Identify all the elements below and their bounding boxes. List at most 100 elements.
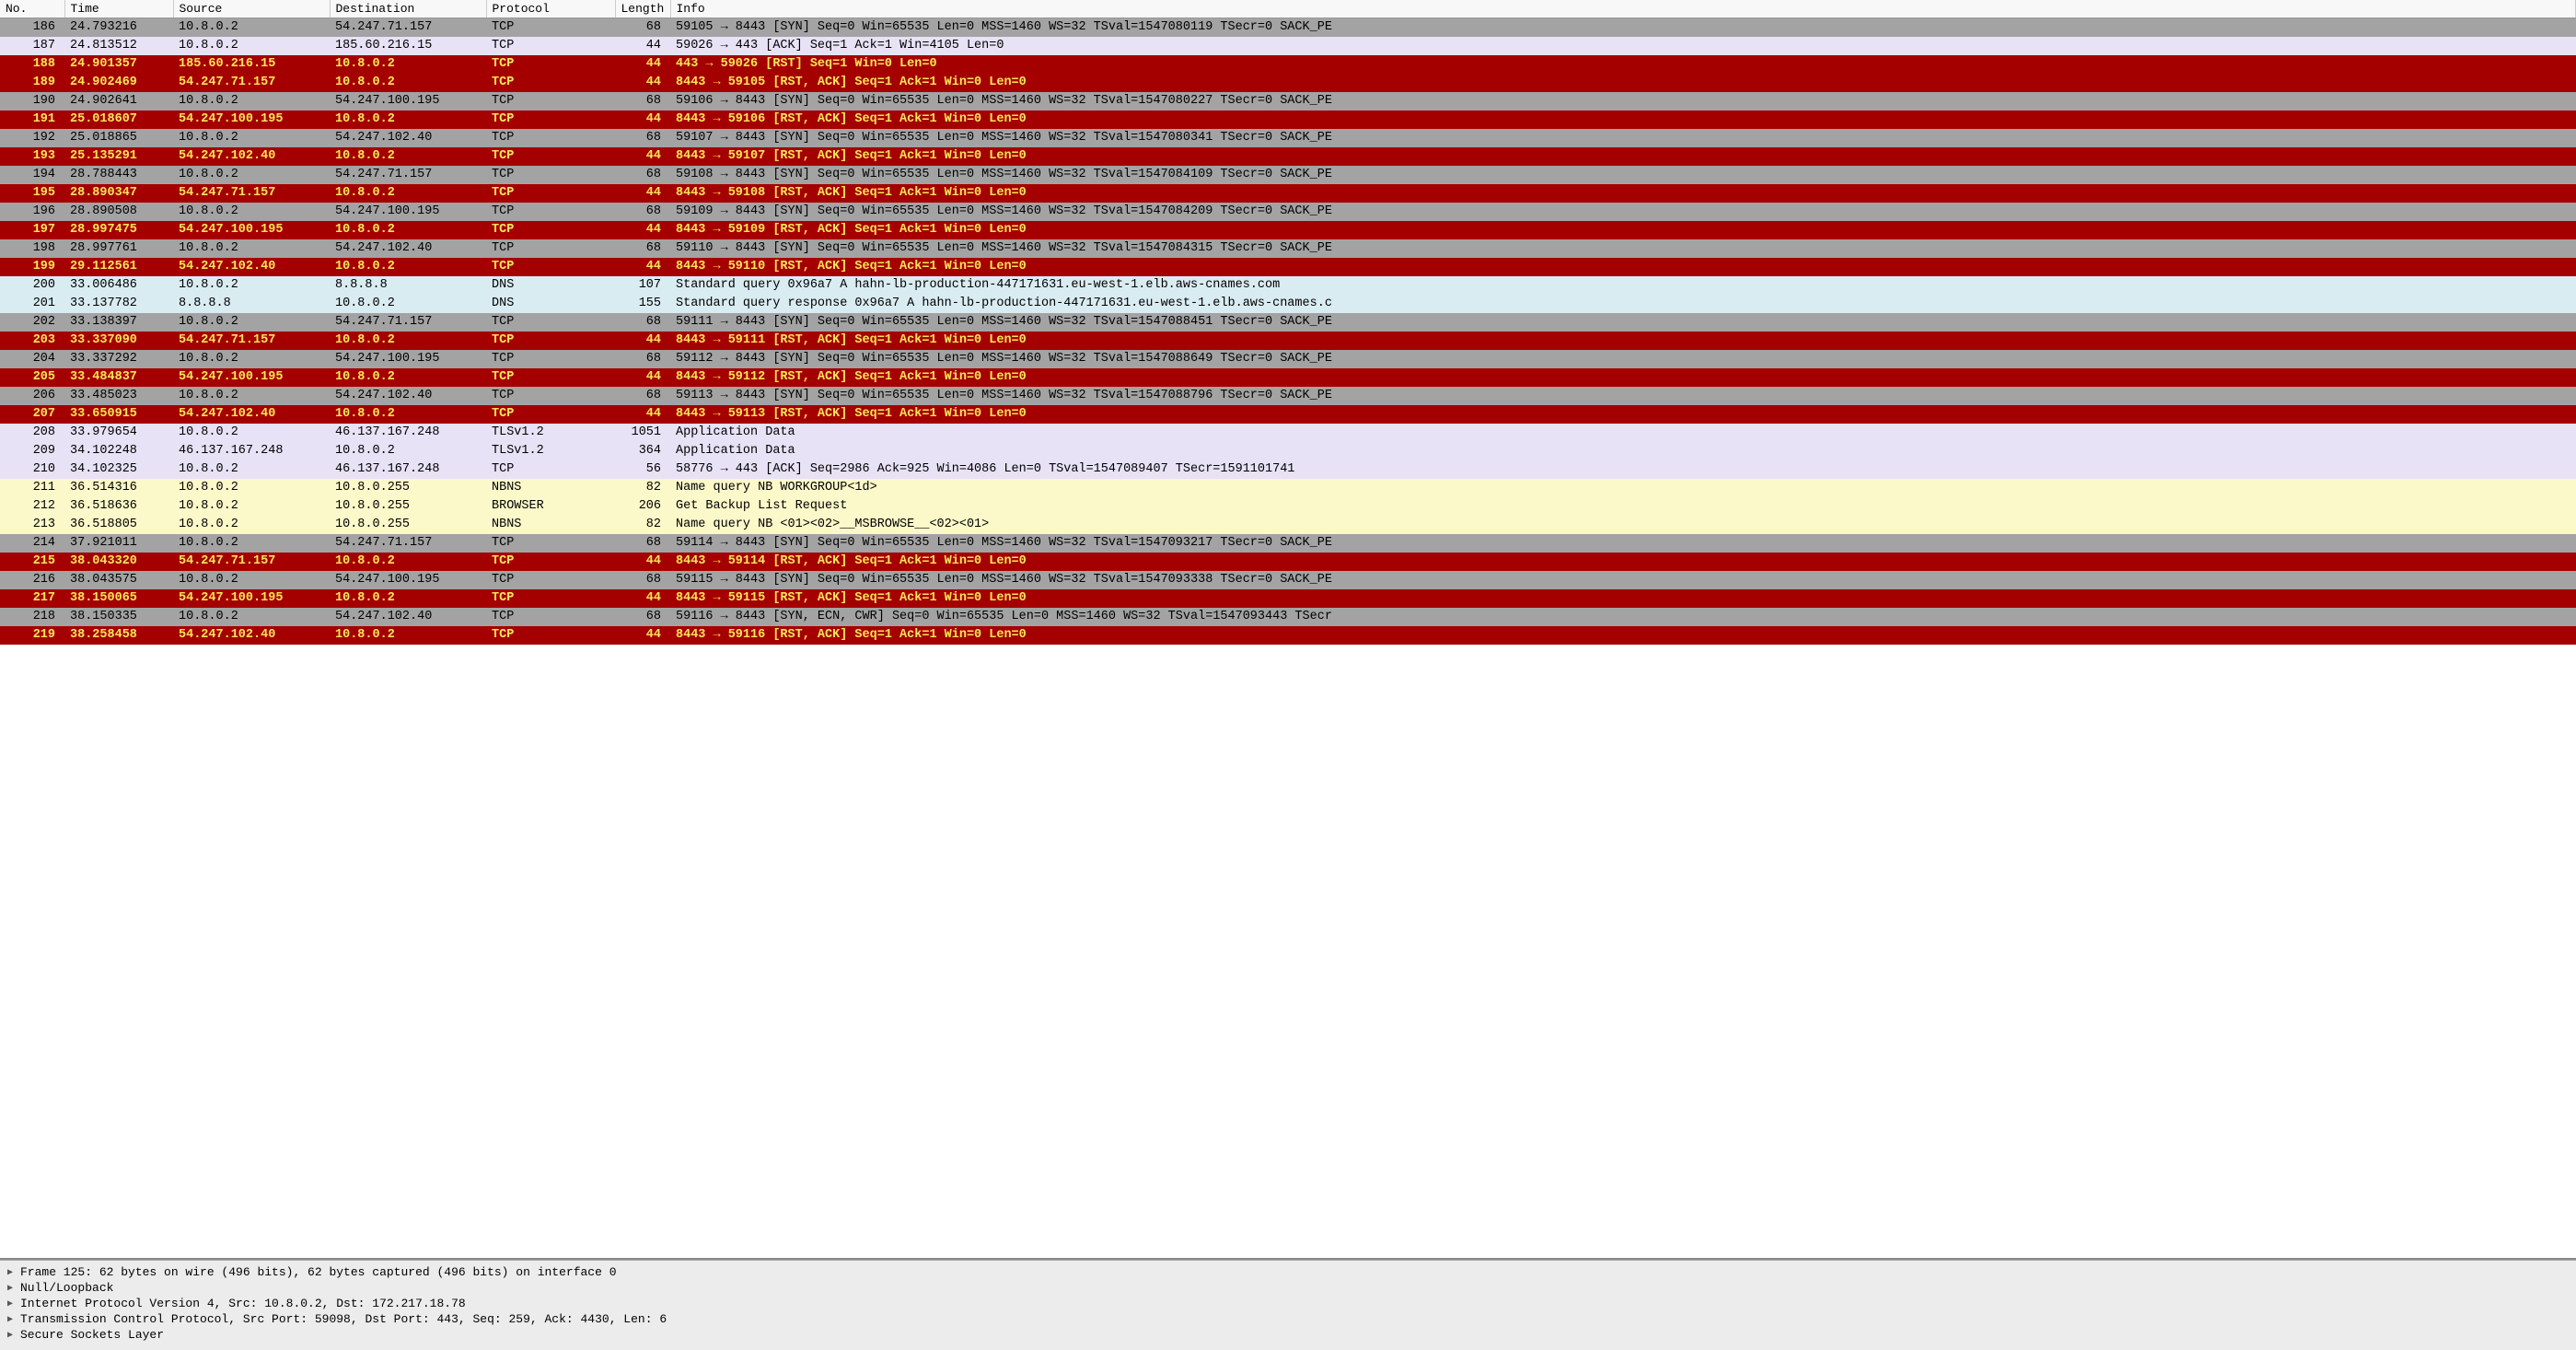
cell-time: 33.138397 (64, 313, 173, 332)
packet-row[interactable]: 19325.13529154.247.102.4010.8.0.2TCP4484… (0, 147, 2576, 166)
cell-length: 44 (615, 37, 670, 55)
packet-row[interactable]: 20133.1377828.8.8.810.8.0.2DNS155Standar… (0, 295, 2576, 313)
packet-row[interactable]: 20733.65091554.247.102.4010.8.0.2TCP4484… (0, 405, 2576, 424)
detail-tree-item[interactable]: ▶Transmission Control Protocol, Src Port… (7, 1311, 2569, 1327)
packet-row[interactable]: 19024.90264110.8.0.254.247.100.195TCP685… (0, 92, 2576, 111)
cell-protocol: TCP (486, 37, 615, 55)
cell-destination: 10.8.0.2 (330, 221, 486, 239)
packet-row[interactable]: 19528.89034754.247.71.15710.8.0.2TCP4484… (0, 184, 2576, 203)
packet-row[interactable]: 19728.99747554.247.100.19510.8.0.2TCP448… (0, 221, 2576, 239)
packet-row[interactable]: 19828.99776110.8.0.254.247.102.40TCP6859… (0, 239, 2576, 258)
expand-triangle-icon[interactable]: ▶ (7, 1298, 20, 1309)
cell-info: 59113 → 8443 [SYN] Seq=0 Win=65535 Len=0… (670, 387, 2576, 405)
packet-row[interactable]: 18724.81351210.8.0.2185.60.216.15TCP4459… (0, 37, 2576, 55)
detail-tree-item[interactable]: ▶Internet Protocol Version 4, Src: 10.8.… (7, 1296, 2569, 1311)
packet-row[interactable]: 20934.10224846.137.167.24810.8.0.2TLSv1.… (0, 442, 2576, 460)
packet-row[interactable]: 21236.51863610.8.0.210.8.0.255BROWSER206… (0, 497, 2576, 516)
col-header-length[interactable]: Length (615, 0, 670, 18)
packet-row[interactable]: 20633.48502310.8.0.254.247.102.40TCP6859… (0, 387, 2576, 405)
cell-length: 44 (615, 553, 670, 571)
cell-protocol: TCP (486, 129, 615, 147)
packet-row[interactable]: 20533.48483754.247.100.19510.8.0.2TCP448… (0, 368, 2576, 387)
cell-source: 10.8.0.2 (173, 534, 330, 553)
cell-time: 28.997475 (64, 221, 173, 239)
packet-row[interactable]: 21437.92101110.8.0.254.247.71.157TCP6859… (0, 534, 2576, 553)
packet-row[interactable]: 20233.13839710.8.0.254.247.71.157TCP6859… (0, 313, 2576, 332)
detail-tree-item[interactable]: ▶Secure Sockets Layer (7, 1327, 2569, 1343)
cell-length: 107 (615, 276, 670, 295)
cell-protocol: TCP (486, 534, 615, 553)
cell-protocol: TCP (486, 203, 615, 221)
cell-protocol: TCP (486, 74, 615, 92)
cell-source: 10.8.0.2 (173, 460, 330, 479)
cell-no: 191 (0, 111, 64, 129)
col-header-time[interactable]: Time (64, 0, 173, 18)
cell-source: 10.8.0.2 (173, 203, 330, 221)
packet-row[interactable]: 21034.10232510.8.0.246.137.167.248TCP565… (0, 460, 2576, 479)
cell-protocol: TCP (486, 460, 615, 479)
cell-no: 210 (0, 460, 64, 479)
packet-row[interactable]: 20033.00648610.8.0.28.8.8.8DNS107Standar… (0, 276, 2576, 295)
cell-destination: 185.60.216.15 (330, 37, 486, 55)
packet-details-pane[interactable]: ▶Frame 125: 62 bytes on wire (496 bits),… (0, 1260, 2576, 1350)
cell-destination: 10.8.0.2 (330, 332, 486, 350)
cell-info: Name query NB <01><02>__MSBROWSE__<02><0… (670, 516, 2576, 534)
cell-length: 44 (615, 368, 670, 387)
packet-list-pane[interactable]: No. Time Source Destination Protocol Len… (0, 0, 2576, 1260)
detail-tree-item[interactable]: ▶Null/Loopback (7, 1280, 2569, 1296)
packet-row[interactable]: 21336.51880510.8.0.210.8.0.255NBNS82Name… (0, 516, 2576, 534)
detail-tree-label: Internet Protocol Version 4, Src: 10.8.0… (20, 1297, 466, 1310)
cell-no: 198 (0, 239, 64, 258)
cell-source: 10.8.0.2 (173, 92, 330, 111)
col-header-no[interactable]: No. (0, 0, 64, 18)
cell-source: 10.8.0.2 (173, 424, 330, 442)
packet-row[interactable]: 21838.15033510.8.0.254.247.102.40TCP6859… (0, 608, 2576, 626)
col-header-protocol[interactable]: Protocol (486, 0, 615, 18)
cell-info: 8443 → 59116 [RST, ACK] Seq=1 Ack=1 Win=… (670, 626, 2576, 645)
cell-destination: 8.8.8.8 (330, 276, 486, 295)
packet-row[interactable]: 20433.33729210.8.0.254.247.100.195TCP685… (0, 350, 2576, 368)
packet-row[interactable]: 18824.901357185.60.216.1510.8.0.2TCP4444… (0, 55, 2576, 74)
packet-row[interactable]: 21136.51431610.8.0.210.8.0.255NBNS82Name… (0, 479, 2576, 497)
col-header-destination[interactable]: Destination (330, 0, 486, 18)
cell-no: 188 (0, 55, 64, 74)
cell-source: 54.247.100.195 (173, 589, 330, 608)
cell-protocol: DNS (486, 295, 615, 313)
detail-tree-item[interactable]: ▶Frame 125: 62 bytes on wire (496 bits),… (7, 1264, 2569, 1280)
packet-row[interactable]: 20333.33709054.247.71.15710.8.0.2TCP4484… (0, 332, 2576, 350)
cell-destination: 10.8.0.2 (330, 147, 486, 166)
col-header-info[interactable]: Info (670, 0, 2576, 18)
cell-info: 8443 → 59110 [RST, ACK] Seq=1 Ack=1 Win=… (670, 258, 2576, 276)
expand-triangle-icon[interactable]: ▶ (7, 1267, 20, 1278)
packet-row[interactable]: 21938.25845854.247.102.4010.8.0.2TCP4484… (0, 626, 2576, 645)
cell-no: 196 (0, 203, 64, 221)
expand-triangle-icon[interactable]: ▶ (7, 1330, 20, 1341)
packet-row[interactable]: 19929.11256154.247.102.4010.8.0.2TCP4484… (0, 258, 2576, 276)
cell-time: 38.150335 (64, 608, 173, 626)
packet-row[interactable]: 21738.15006554.247.100.19510.8.0.2TCP448… (0, 589, 2576, 608)
cell-protocol: TCP (486, 332, 615, 350)
cell-info: Standard query response 0x96a7 A hahn-lb… (670, 295, 2576, 313)
cell-time: 24.901357 (64, 55, 173, 74)
cell-protocol: TCP (486, 608, 615, 626)
cell-destination: 54.247.100.195 (330, 350, 486, 368)
packet-row[interactable]: 21538.04332054.247.71.15710.8.0.2TCP4484… (0, 553, 2576, 571)
packet-row[interactable]: 21638.04357510.8.0.254.247.100.195TCP685… (0, 571, 2576, 589)
packet-row[interactable]: 19428.78844310.8.0.254.247.71.157TCP6859… (0, 166, 2576, 184)
packet-row[interactable]: 19125.01860754.247.100.19510.8.0.2TCP448… (0, 111, 2576, 129)
packet-row[interactable]: 19225.01886510.8.0.254.247.102.40TCP6859… (0, 129, 2576, 147)
expand-triangle-icon[interactable]: ▶ (7, 1283, 20, 1294)
packet-row[interactable]: 20833.97965410.8.0.246.137.167.248TLSv1.… (0, 424, 2576, 442)
cell-protocol: TCP (486, 387, 615, 405)
expand-triangle-icon[interactable]: ▶ (7, 1314, 20, 1325)
col-header-source[interactable]: Source (173, 0, 330, 18)
cell-length: 44 (615, 332, 670, 350)
packet-row[interactable]: 18924.90246954.247.71.15710.8.0.2TCP4484… (0, 74, 2576, 92)
cell-destination: 54.247.71.157 (330, 313, 486, 332)
cell-source: 54.247.102.40 (173, 258, 330, 276)
cell-info: 59112 → 8443 [SYN] Seq=0 Win=65535 Len=0… (670, 350, 2576, 368)
cell-time: 33.979654 (64, 424, 173, 442)
cell-protocol: TCP (486, 405, 615, 424)
packet-row[interactable]: 19628.89050810.8.0.254.247.100.195TCP685… (0, 203, 2576, 221)
packet-row[interactable]: 18624.79321610.8.0.254.247.71.157TCP6859… (0, 18, 2576, 38)
